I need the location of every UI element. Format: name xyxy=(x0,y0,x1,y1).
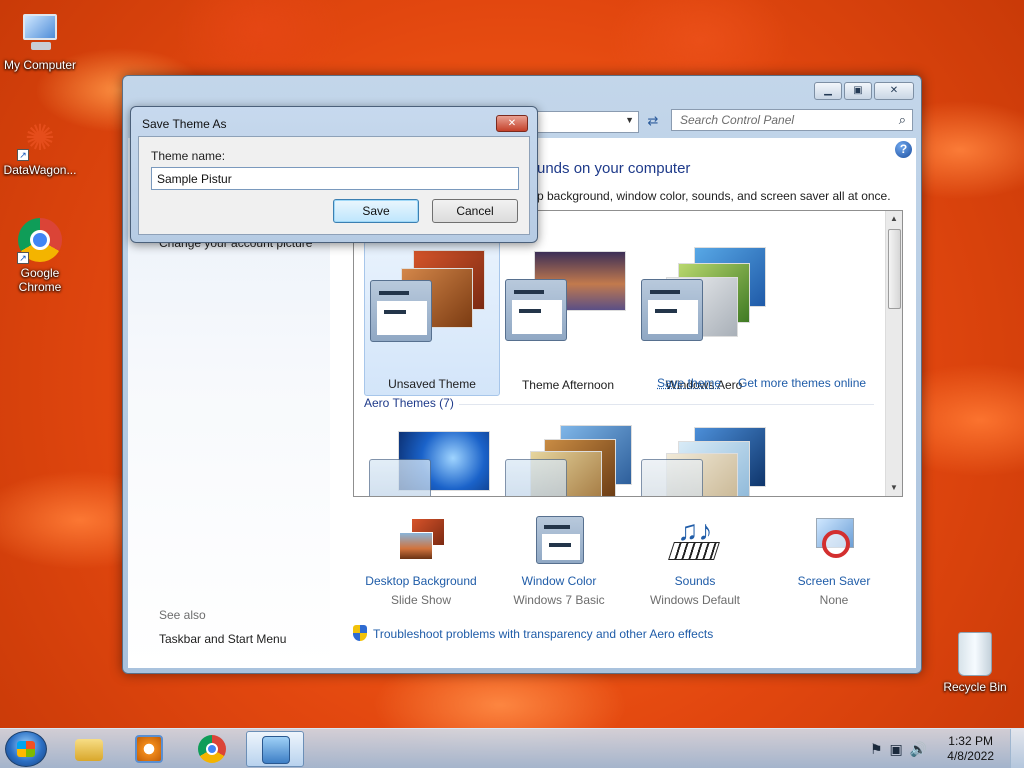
tray-icons[interactable]: ⚑▣🔊 xyxy=(870,741,934,758)
scroll-up-icon[interactable]: ▲ xyxy=(886,211,902,227)
taskbar-chrome[interactable] xyxy=(183,731,241,767)
system-tray: ⚑▣🔊 1:32 PM 4/8/2022 xyxy=(864,729,1024,768)
page-heading: unds on your computer xyxy=(537,160,691,177)
shortcut-arrow-icon: ↗ xyxy=(17,252,29,264)
screen-saver-item[interactable]: Screen Saver None xyxy=(769,516,899,607)
window-color-item[interactable]: Window Color Windows 7 Basic xyxy=(494,516,624,607)
window-preview-icon xyxy=(505,279,567,341)
desktop-background-title[interactable]: Desktop Background xyxy=(356,574,486,588)
window-preview-icon xyxy=(369,459,431,496)
desktop-icon-label: DataWagon... xyxy=(3,163,77,177)
sounds-icon: ♫♪ xyxy=(668,516,721,566)
dialog-close-button[interactable]: ✕ xyxy=(496,115,528,132)
clock-date: 4/8/2022 xyxy=(947,749,994,763)
cancel-button[interactable]: Cancel xyxy=(432,199,518,223)
clock[interactable]: 1:32 PM 4/8/2022 xyxy=(947,734,994,764)
show-desktop-button[interactable] xyxy=(1010,729,1024,768)
refresh-button[interactable]: ⇄ xyxy=(642,111,664,133)
theme-list[interactable]: Unsaved Theme Theme Afternoon Windows Ae… xyxy=(353,210,903,497)
window-controls: ▁ ▣ ✕ xyxy=(814,82,914,100)
screen-saver-value: None xyxy=(819,593,849,607)
theme-name-input[interactable] xyxy=(151,167,519,190)
dialog-body: Theme name: Save Cancel xyxy=(138,136,530,235)
desktop-icon-label: Google Chrome xyxy=(18,266,62,294)
taskbar-personalization[interactable] xyxy=(246,731,304,767)
window-preview-icon xyxy=(641,459,703,496)
scroll-down-icon[interactable]: ▼ xyxy=(886,480,902,496)
datawagon-icon: ✺ ↗ xyxy=(17,115,63,161)
search-icon[interactable]: ⌕ xyxy=(899,112,906,128)
desktop-icon-recycle-bin[interactable]: Recycle Bin xyxy=(935,632,1015,694)
folder-icon xyxy=(75,739,103,761)
theme-list-scrollbar[interactable]: ▲ ▼ xyxy=(885,211,902,496)
aero-themes-title: Aero Themes (7) xyxy=(364,396,454,410)
theme-name-label: Theme name: xyxy=(151,149,226,163)
start-button[interactable] xyxy=(5,731,47,767)
chrome-icon: ↗ xyxy=(17,218,63,264)
search-placeholder: Search Control Panel xyxy=(680,113,795,127)
desktop-icon-label: Recycle Bin xyxy=(943,680,1007,694)
see-also-title: See also xyxy=(159,608,206,622)
clock-time: 1:32 PM xyxy=(948,734,993,748)
scrollbar-thumb[interactable] xyxy=(888,229,901,309)
chrome-icon xyxy=(198,735,226,763)
troubleshoot-link[interactable]: Troubleshoot problems with transparency … xyxy=(353,625,713,641)
chevron-down-icon: ▼ xyxy=(625,115,634,125)
save-theme-dialog: Save Theme As ✕ Theme name: Save Cancel xyxy=(130,106,538,243)
computer-icon xyxy=(17,10,63,56)
shield-icon xyxy=(353,625,367,641)
taskbar-media-player[interactable] xyxy=(120,731,178,767)
get-more-themes-link[interactable]: Get more themes online xyxy=(738,376,866,390)
window-preview-icon xyxy=(641,279,703,341)
window-color-title[interactable]: Window Color xyxy=(494,574,624,588)
sidebar-link-taskbar[interactable]: Taskbar and Start Menu xyxy=(159,632,286,646)
sounds-title[interactable]: Sounds xyxy=(630,574,760,588)
theme-afternoon[interactable]: Theme Afternoon xyxy=(500,241,636,396)
window-color-value: Windows 7 Basic xyxy=(513,593,605,607)
desktop-background-value: Slide Show xyxy=(390,593,452,607)
screen-saver-icon xyxy=(808,516,860,566)
theme-unsaved[interactable]: Unsaved Theme xyxy=(364,241,500,396)
taskbar: ⚑▣🔊 1:32 PM 4/8/2022 xyxy=(0,728,1024,768)
desktop-icon-datawagon[interactable]: ✺ ↗ DataWagon... xyxy=(0,115,80,177)
search-input[interactable]: Search Control Panel ⌕ xyxy=(671,109,913,131)
recycle-bin-icon xyxy=(952,632,998,678)
theme-label: Theme Afternoon xyxy=(521,378,615,392)
theme-aero-2[interactable] xyxy=(500,421,636,496)
taskbar-explorer[interactable] xyxy=(60,731,118,767)
page-subheading: p background, window color, sounds, and … xyxy=(537,189,891,203)
save-theme-link[interactable]: Save theme xyxy=(657,376,721,390)
group-divider xyxy=(459,404,874,405)
sounds-item[interactable]: ♫♪ Sounds Windows Default xyxy=(630,516,760,608)
close-button[interactable]: ✕ xyxy=(874,82,914,100)
theme-aero-3[interactable] xyxy=(636,421,772,496)
theme-label: Unsaved Theme xyxy=(388,377,476,391)
window-color-icon xyxy=(533,516,585,566)
window-preview-icon xyxy=(505,459,567,496)
desktop-background-icon xyxy=(395,516,447,566)
theme-aero-1[interactable] xyxy=(364,421,500,496)
media-player-icon xyxy=(135,735,163,763)
maximize-button[interactable]: ▣ xyxy=(844,82,872,100)
desktop-background-item[interactable]: Desktop Background Slide Show xyxy=(356,516,486,607)
minimize-button[interactable]: ▁ xyxy=(814,82,842,100)
window-preview-icon xyxy=(370,280,432,342)
dialog-title: Save Theme As xyxy=(142,117,227,131)
sounds-value: Windows Default xyxy=(649,593,741,607)
desktop-icon-label: My Computer xyxy=(3,58,77,72)
screen-saver-title[interactable]: Screen Saver xyxy=(769,574,899,588)
shortcut-arrow-icon: ↗ xyxy=(17,149,29,161)
desktop-icon-google-chrome[interactable]: ↗ Google Chrome xyxy=(0,218,80,294)
save-button[interactable]: Save xyxy=(333,199,419,223)
troubleshoot-label: Troubleshoot problems with transparency … xyxy=(373,627,714,641)
control-panel-icon xyxy=(262,736,290,764)
theme-windows-aero[interactable]: Windows Aero xyxy=(636,241,772,396)
desktop-icon-my-computer[interactable]: My Computer xyxy=(0,10,80,72)
help-icon[interactable]: ? xyxy=(895,141,912,158)
